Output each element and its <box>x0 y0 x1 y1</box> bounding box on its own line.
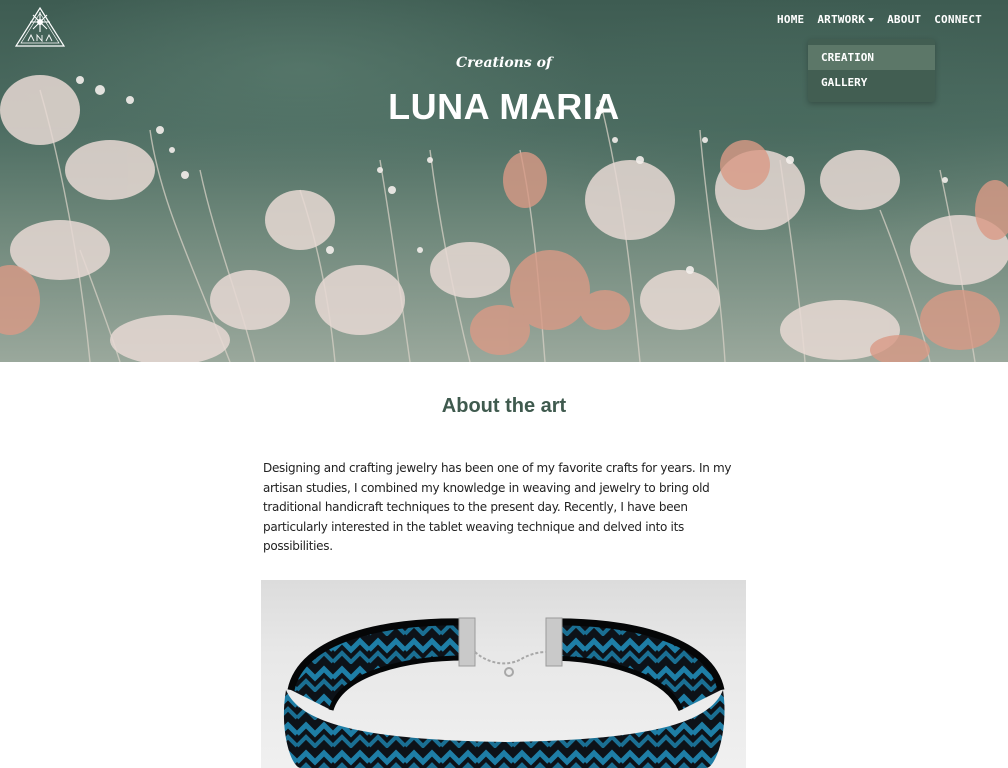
main-navigation: HOME ARTWORK ABOUT CONNECT <box>777 13 982 26</box>
nav-home[interactable]: HOME <box>777 13 804 26</box>
about-paragraph: Designing and crafting jewelry has been … <box>263 461 732 553</box>
woven-bracelet-image <box>283 617 725 768</box>
nav-artwork[interactable]: ARTWORK <box>817 13 875 26</box>
hero-title: LUNA MARIA <box>388 86 620 127</box>
nav-home-label: HOME <box>777 13 805 26</box>
nav-artwork-label: ARTWORK <box>817 13 866 26</box>
section-title: About the art <box>441 395 567 417</box>
nav-connect[interactable]: CONNECT <box>934 13 982 26</box>
nav-about-label: ABOUT <box>887 13 922 26</box>
bracelet-photo <box>261 580 746 768</box>
hero-tagline: Creations of <box>456 55 552 71</box>
nav-about[interactable]: ABOUT <box>887 13 921 26</box>
luna-maria-logo-icon[interactable] <box>14 4 66 50</box>
hero-banner: HOME ARTWORK ABOUT CONNECT CREATION GALL… <box>0 0 1008 362</box>
nav-connect-label: CONNECT <box>934 13 982 26</box>
caret-down-icon <box>868 17 875 22</box>
